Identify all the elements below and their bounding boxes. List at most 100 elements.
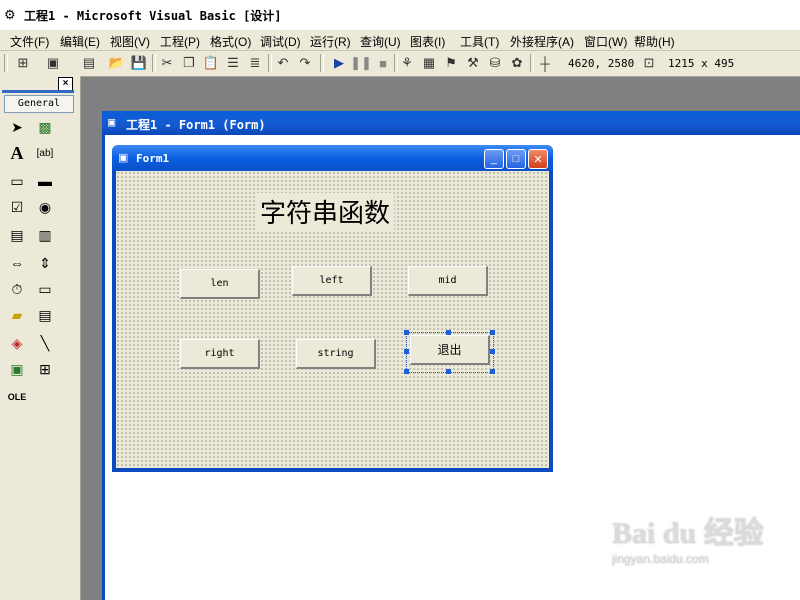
toolbar-separator	[268, 54, 272, 72]
minimize-icon[interactable]: _	[484, 149, 504, 169]
add-project-icon[interactable]: ⊞	[14, 54, 32, 72]
listbox-icon[interactable]: ▥	[34, 224, 56, 246]
maximize-icon[interactable]: □	[506, 149, 526, 169]
toolbar-grip	[4, 54, 8, 72]
right-button[interactable]: right	[180, 339, 260, 369]
form1-client-area[interactable]: 字符串函数 len left mid right string 退出	[116, 171, 549, 468]
menu-file[interactable]: 文件(F)	[10, 33, 49, 50]
close-icon[interactable]: ✕	[528, 149, 548, 169]
label-icon[interactable]: A	[6, 142, 28, 164]
start-icon[interactable]: ▶	[330, 54, 348, 72]
toolbox-icon[interactable]: ⛁	[486, 54, 504, 72]
cut-icon[interactable]: ✂	[158, 54, 176, 72]
main-title-bar: ⚙ 工程1 - Microsoft Visual Basic [设计]	[0, 0, 800, 30]
resize-handle[interactable]	[404, 330, 409, 335]
watermark-url: jingyan.baidu.com	[612, 552, 709, 566]
redo-icon[interactable]: ↷	[296, 54, 314, 72]
position-readout: 4620, 2580	[568, 57, 635, 70]
menu-debug[interactable]: 调试(D)	[260, 33, 301, 50]
paste-icon[interactable]: 📋	[202, 54, 220, 72]
pause-icon[interactable]: ❚❚	[350, 54, 372, 72]
undo-icon[interactable]: ↶	[274, 54, 292, 72]
mid-button[interactable]: mid	[408, 266, 488, 296]
timer-icon[interactable]: ⏱	[6, 278, 28, 300]
resize-handle[interactable]	[446, 369, 451, 374]
add-form-icon[interactable]: ▣	[44, 54, 62, 72]
menu-window[interactable]: 窗口(W)	[584, 33, 627, 50]
exit-button[interactable]: 退出	[410, 335, 490, 365]
resize-handle[interactable]	[490, 330, 495, 335]
vscrollbar-icon[interactable]: ⇕	[34, 252, 56, 274]
textbox-icon[interactable]: [ab]	[34, 142, 56, 164]
hscrollbar-icon[interactable]: ⇔	[6, 252, 28, 274]
left-button[interactable]: left	[292, 266, 372, 296]
form1-titlebar[interactable]: ▣ Form1 _ □ ✕	[112, 145, 553, 171]
save-project-icon[interactable]: 💾	[130, 54, 148, 72]
shape-icon[interactable]: ◈	[6, 332, 28, 354]
menu-run[interactable]: 运行(R)	[310, 33, 351, 50]
stop-icon[interactable]: ■	[374, 54, 392, 72]
toolbox-titlebar	[2, 90, 74, 93]
copy-icon[interactable]: ❐	[180, 54, 198, 72]
frame-icon[interactable]: ▭	[6, 170, 28, 192]
toolbar-separator	[320, 54, 324, 72]
menu-view[interactable]: 视图(V)	[110, 33, 150, 50]
object-browser-icon[interactable]: ⚒	[464, 54, 482, 72]
title-label[interactable]: 字符串函数	[256, 193, 395, 230]
menu-addins[interactable]: 外接程序(A)	[510, 33, 574, 50]
drivelistbox-icon[interactable]: ▭	[34, 278, 56, 300]
len-button[interactable]: len	[180, 269, 260, 299]
size-readout: 1215 x 495	[668, 57, 735, 70]
watermark-brand: Bai du 经验	[612, 517, 764, 550]
resize-handle[interactable]	[404, 349, 409, 354]
toolbar-separator	[152, 54, 156, 72]
resize-handle[interactable]	[446, 330, 451, 335]
form-layout-icon[interactable]: ⚑	[442, 54, 460, 72]
commandbutton-icon[interactable]: ▬	[34, 170, 56, 192]
position-icon: ┼	[540, 55, 550, 71]
checkbox-icon[interactable]: ☑	[6, 196, 28, 218]
resize-handle[interactable]	[490, 369, 495, 374]
menu-diagram[interactable]: 图表(I)	[410, 33, 445, 50]
data-icon[interactable]: ⊞	[34, 358, 56, 380]
vb-app-icon: ⚙	[4, 7, 16, 22]
picturebox-icon[interactable]: ▩	[34, 116, 56, 138]
toolbox-tab-general[interactable]: General	[4, 95, 74, 113]
line-icon[interactable]: ╲	[34, 332, 56, 354]
menu-tools[interactable]: 工具(T)	[460, 33, 499, 50]
optionbutton-icon[interactable]: ◉	[34, 196, 56, 218]
ole-icon[interactable]: OLE	[6, 386, 28, 408]
designer-titlebar: ▣ 工程1 - Form1 (Form)	[102, 111, 800, 135]
open-project-icon[interactable]: 📂	[108, 54, 126, 72]
menu-editor-icon[interactable]: ▤	[80, 54, 98, 72]
resize-handle[interactable]	[490, 349, 495, 354]
align-icon[interactable]: ≣	[246, 54, 264, 72]
size-icon: ⊡	[643, 55, 655, 70]
menu-edit[interactable]: 编辑(E)	[60, 33, 100, 50]
form1-title: Form1	[136, 152, 170, 165]
app-title: 工程1 - Microsoft Visual Basic [设计]	[24, 9, 282, 23]
data-view-icon[interactable]: ✿	[508, 54, 526, 72]
toolbar-separator	[530, 54, 534, 72]
toolbox-close-button[interactable]: ×	[58, 77, 73, 91]
toolbox-panel: × General ➤ ▩ A [ab] ▭ ▬ ☑ ◉ ▤ ▥ ⇔ ⇕ ⏱ ▭…	[0, 76, 81, 600]
resize-handle[interactable]	[404, 369, 409, 374]
form1-window[interactable]: ▣ Form1 _ □ ✕ 字符串函数 len left mid right s…	[112, 145, 553, 472]
properties-window-icon[interactable]: ▦	[420, 54, 438, 72]
find-icon[interactable]: ☰	[224, 54, 242, 72]
combobox-icon[interactable]: ▤	[6, 224, 28, 246]
menu-bar: 文件(F) 编辑(E) 视图(V) 工程(P) 格式(O) 调试(D) 运行(R…	[0, 30, 800, 51]
filelistbox-icon[interactable]: ▤	[34, 304, 56, 326]
string-button[interactable]: string	[296, 339, 376, 369]
menu-help[interactable]: 帮助(H)	[634, 33, 675, 50]
designer-title: 工程1 - Form1 (Form)	[126, 118, 266, 132]
menu-format[interactable]: 格式(O)	[210, 33, 251, 50]
dirlistbox-icon[interactable]: ▰	[6, 304, 28, 326]
baidu-watermark: Bai du 经验 jingyan.baidu.com	[612, 508, 764, 566]
menu-project[interactable]: 工程(P)	[160, 33, 200, 50]
pointer-icon[interactable]: ➤	[6, 116, 28, 138]
project-explorer-icon[interactable]: ⚘	[398, 54, 416, 72]
image-icon[interactable]: ▣	[6, 358, 28, 380]
form-designer-icon: ▣	[108, 115, 116, 129]
menu-query[interactable]: 查询(U)	[360, 33, 401, 50]
